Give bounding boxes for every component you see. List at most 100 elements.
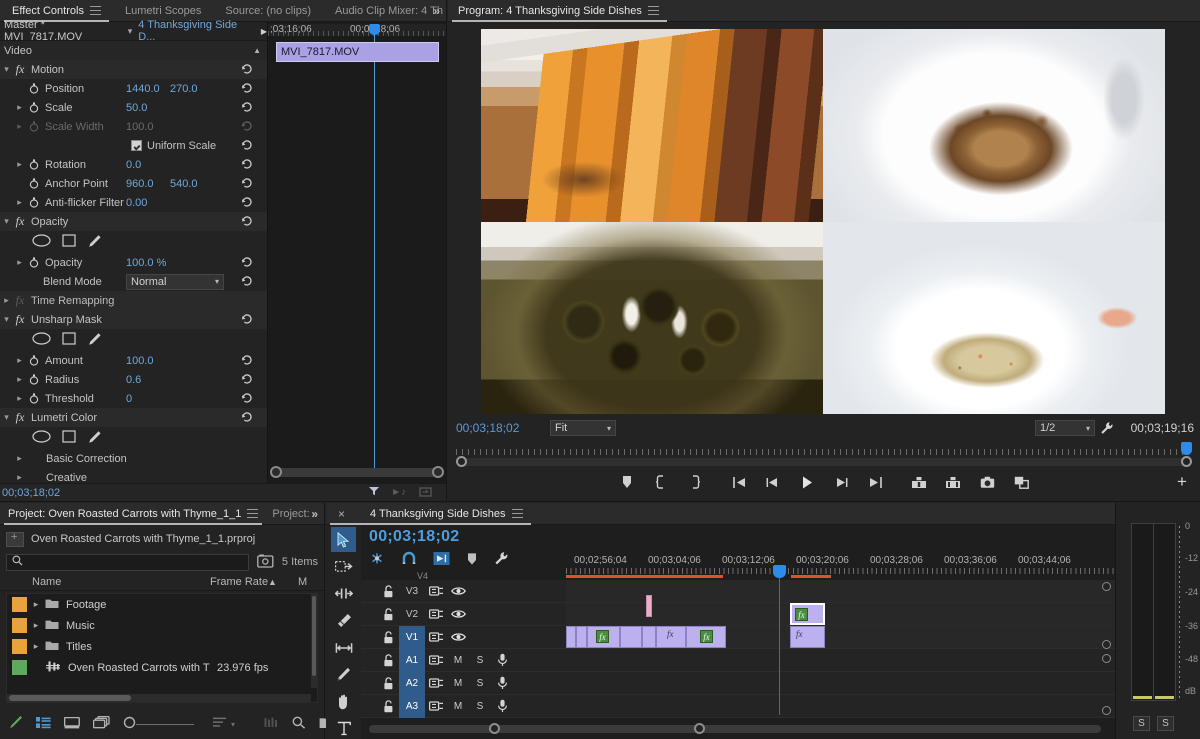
scale-reset-button[interactable] xyxy=(241,101,253,113)
amount-stopwatch-icon[interactable] xyxy=(26,355,41,366)
radius-reset-button[interactable] xyxy=(241,373,253,385)
anchor-point-reset-button[interactable] xyxy=(241,177,253,189)
timeline-clip[interactable]: fx xyxy=(656,626,686,648)
extract-button[interactable] xyxy=(943,472,963,492)
program-current-timecode[interactable]: 00;03;18;02 xyxy=(456,421,519,435)
nest-toggle-icon[interactable] xyxy=(369,551,385,569)
position-reset-button[interactable] xyxy=(241,82,253,94)
search-input[interactable] xyxy=(27,556,243,568)
track-name-v1[interactable]: V1 xyxy=(399,625,425,649)
property-scale[interactable]: ▸ Scale 50.0 xyxy=(0,98,267,117)
effect-controls-parameter-tree[interactable]: Video ▲ ▾ fx Motion Position 1440.0 270.… xyxy=(0,41,267,501)
position-stopwatch-icon[interactable] xyxy=(26,83,41,94)
mark-out-button[interactable] xyxy=(685,472,705,492)
property-anchor-point[interactable]: Anchor Point 960.0 540.0 xyxy=(0,174,267,193)
rotation-stopwatch-icon[interactable] xyxy=(26,159,41,170)
anchor-point-stopwatch-icon[interactable] xyxy=(26,178,41,189)
playback-resolution-dropdown[interactable]: 1/2 ▾ xyxy=(1035,420,1095,436)
track-header-a3[interactable]: A3 M S xyxy=(361,694,566,718)
project-item-list[interactable]: ▸ Footage ▸ Music ▸ Titles Oven Roasted … xyxy=(6,593,318,703)
find-icon[interactable] xyxy=(292,716,306,732)
property-position[interactable]: Position 1440.0 270.0 xyxy=(0,79,267,98)
track-header-a1[interactable]: A1 M S xyxy=(361,648,566,672)
timeline-panel-menu-icon[interactable] xyxy=(511,509,523,518)
tab-sequence-thanksgiving[interactable]: × 4 Thanksgiving Side Dishes xyxy=(326,503,535,525)
meter-solo-left-button[interactable]: S xyxy=(1133,716,1150,731)
track-header-v3[interactable]: V3 xyxy=(361,580,566,603)
scale-disclosure-icon[interactable]: ▸ xyxy=(13,102,26,113)
program-monitor-video-image[interactable] xyxy=(481,29,1165,414)
button-editor-plus-button[interactable]: + xyxy=(1172,472,1192,492)
project-tab-overflow-button[interactable]: » xyxy=(305,503,322,525)
snap-magnet-icon[interactable] xyxy=(401,551,417,569)
sort-icon[interactable] xyxy=(213,717,227,731)
opacity-val-disclosure-icon[interactable]: ▸ xyxy=(13,257,26,268)
lumetri-ellipse-mask-icon[interactable] xyxy=(32,430,51,446)
add-marker-button[interactable] xyxy=(617,472,637,492)
pen-tool[interactable] xyxy=(331,662,356,687)
solo-track-button[interactable]: S xyxy=(469,695,491,718)
ripple-edit-tool[interactable] xyxy=(331,581,356,606)
master-clip-label[interactable]: Master * MVI_7817.MOV xyxy=(4,19,122,43)
effect-group-motion[interactable]: ▾ fx Motion xyxy=(0,60,267,79)
program-panel-menu-icon[interactable] xyxy=(647,6,659,15)
effect-group-unsharp-mask[interactable]: ▾ fx Unsharp Mask xyxy=(0,310,267,329)
project-row-music[interactable]: ▸ Music xyxy=(7,615,317,636)
opacity-disclosure-icon[interactable]: ▾ xyxy=(0,216,13,227)
anchor-point-x-value[interactable]: 960.0 xyxy=(126,178,154,190)
creative-disclosure-icon[interactable]: ▸ xyxy=(13,472,26,483)
effect-group-opacity[interactable]: ▾ fx Opacity xyxy=(0,212,267,231)
sync-lock-icon[interactable] xyxy=(425,626,447,649)
uniform-scale-checkbox[interactable] xyxy=(131,140,142,151)
play-stop-button[interactable] xyxy=(797,472,817,492)
ec-scroll-right-knob[interactable] xyxy=(432,466,444,478)
timeline-time-ruler[interactable]: 00;02;56;04 00;03;04;06 00;03;12;06 00;0… xyxy=(566,555,1115,577)
icon-view-icon[interactable] xyxy=(63,716,80,732)
add-marker-icon[interactable] xyxy=(466,552,478,569)
column-header-media[interactable]: M xyxy=(298,576,307,588)
solo-track-button[interactable]: S xyxy=(469,649,491,672)
amount-reset-button[interactable] xyxy=(241,354,253,366)
property-opacity-value[interactable]: ▸ Opacity 100.0 % xyxy=(0,253,267,272)
anti-flicker-value[interactable]: 0.00 xyxy=(126,197,147,209)
amount-disclosure-icon[interactable]: ▸ xyxy=(13,355,26,366)
zoom-slider[interactable] xyxy=(123,716,194,732)
project-row-sequence[interactable]: Oven Roasted Carrots with T 23.976 fps xyxy=(7,657,317,678)
position-x-value[interactable]: 1440.0 xyxy=(126,83,160,95)
solo-track-button[interactable]: S xyxy=(469,672,491,695)
project-vertical-scrollbar[interactable] xyxy=(311,594,317,688)
mute-track-button[interactable]: M xyxy=(447,672,469,695)
anchor-point-y-value[interactable]: 540.0 xyxy=(170,178,198,190)
timeline-clip[interactable]: fx xyxy=(686,626,726,648)
mute-track-button[interactable]: M xyxy=(447,695,469,718)
radius-stopwatch-icon[interactable] xyxy=(26,374,41,385)
threshold-disclosure-icon[interactable]: ▸ xyxy=(13,393,26,404)
comparison-view-button[interactable] xyxy=(1011,472,1031,492)
track-lane-a3[interactable] xyxy=(566,695,1115,718)
meter-solo-right-button[interactable]: S xyxy=(1157,716,1174,731)
timeline-clip[interactable] xyxy=(642,626,656,648)
project-row-footage[interactable]: ▸ Footage xyxy=(7,594,317,615)
step-back-button[interactable] xyxy=(763,472,783,492)
track-lane-v2[interactable]: fx xyxy=(566,595,1115,626)
position-y-value[interactable]: 270.0 xyxy=(170,83,198,95)
toggle-track-output-icon[interactable] xyxy=(447,580,469,603)
lock-track-icon[interactable] xyxy=(377,649,399,672)
video-track-height-handle-top[interactable] xyxy=(1102,582,1111,591)
lumetri-rectangle-mask-icon[interactable] xyxy=(62,430,76,446)
list-view-icon[interactable] xyxy=(36,716,51,732)
zoom-level-dropdown[interactable]: Fit ▾ xyxy=(550,420,616,436)
go-to-in-button[interactable] xyxy=(729,472,749,492)
hand-tool[interactable] xyxy=(331,689,356,714)
property-blend-mode[interactable]: Blend Mode Normal ▾ xyxy=(0,272,267,291)
panel-menu-icon[interactable] xyxy=(89,6,101,15)
program-scrub-track[interactable] xyxy=(456,458,1192,466)
timeline-clip[interactable] xyxy=(576,626,587,648)
basic-correction-disclosure-icon[interactable]: ▸ xyxy=(13,453,26,464)
uniform-scale-reset-button[interactable] xyxy=(241,139,253,151)
program-scrub-in-knob[interactable] xyxy=(456,456,467,467)
linked-selection-icon[interactable] xyxy=(433,551,450,569)
opacity-reset-button[interactable] xyxy=(241,215,253,227)
threshold-stopwatch-icon[interactable] xyxy=(26,393,41,404)
lock-track-icon[interactable] xyxy=(377,695,399,718)
